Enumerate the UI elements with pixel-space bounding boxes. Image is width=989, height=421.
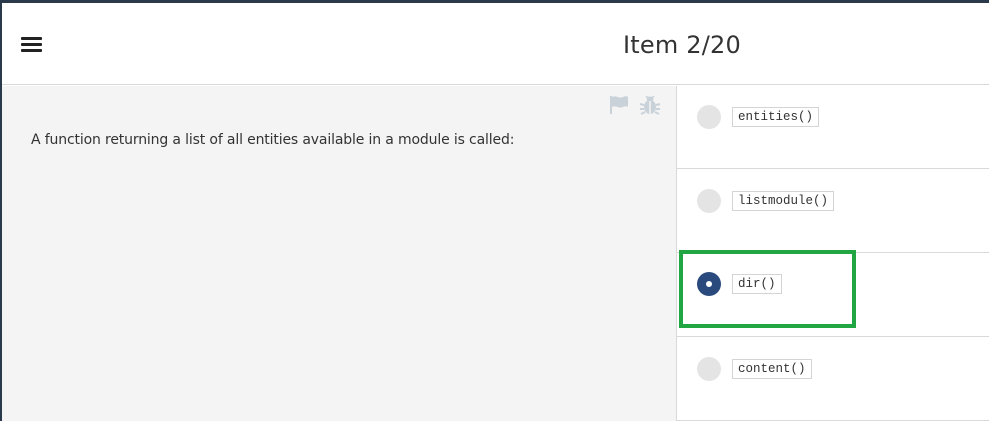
menu-bar	[21, 43, 42, 46]
radio-button[interactable]	[697, 189, 721, 213]
answer-option-listmodule[interactable]: listmodule()	[677, 169, 989, 253]
header: Item 2/20	[2, 3, 989, 85]
question-panel: A function returning a list of all entit…	[2, 86, 677, 421]
answer-label: dir()	[732, 274, 782, 294]
bug-icon[interactable]	[639, 94, 661, 116]
answer-option-dir[interactable]: dir()	[677, 253, 989, 337]
answer-label: listmodule()	[732, 191, 835, 211]
radio-button[interactable]	[697, 105, 721, 129]
radio-button-selected[interactable]	[697, 272, 721, 296]
answer-label: entities()	[732, 107, 820, 127]
question-text: A function returning a list of all entit…	[31, 132, 515, 148]
answer-option-content[interactable]: content()	[677, 337, 989, 421]
flag-icon[interactable]	[608, 94, 630, 116]
answer-label: content()	[732, 359, 812, 379]
menu-bar	[21, 49, 42, 52]
item-counter: Item 2/20	[623, 31, 741, 59]
answer-list: entities() listmodule() dir() content()	[677, 86, 989, 421]
menu-bar	[21, 37, 42, 40]
hamburger-menu-icon[interactable]	[21, 35, 43, 55]
radio-button[interactable]	[697, 357, 721, 381]
answer-option-entities[interactable]: entities()	[677, 86, 989, 169]
